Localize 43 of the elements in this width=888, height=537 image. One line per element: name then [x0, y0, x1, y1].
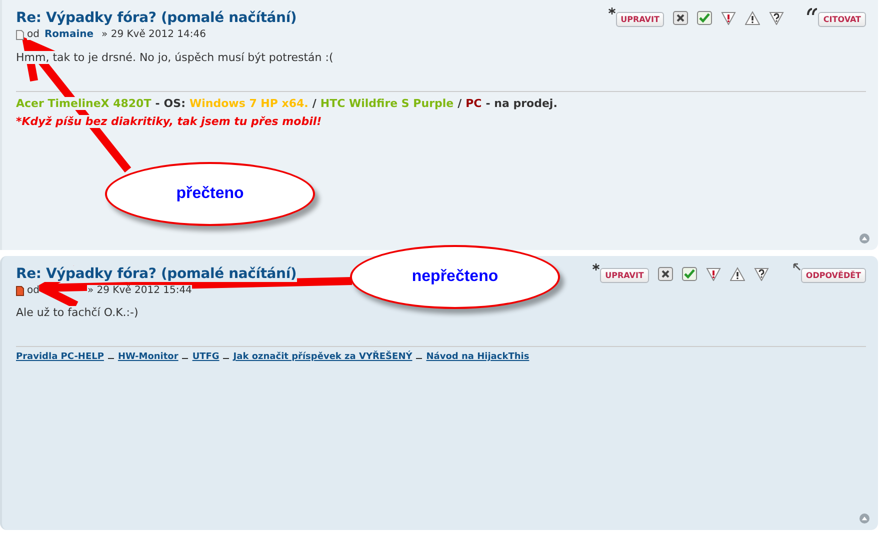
check-icon[interactable] — [682, 267, 697, 281]
post-title[interactable]: Re: Výpadky fóra? (pomalé načítání) — [16, 10, 297, 26]
check-icon[interactable] — [697, 11, 712, 25]
signature-text: - na prodej. — [486, 97, 558, 110]
signature-text: PC — [466, 97, 482, 110]
cross-icon[interactable] — [658, 267, 673, 281]
asterisk-icon — [592, 263, 600, 271]
question-triangle-icon[interactable] — [769, 11, 784, 25]
quote-icon — [807, 7, 818, 16]
signature-text: / — [458, 97, 462, 110]
post-date: » 29 Kvě 2012 14:46 — [102, 29, 206, 40]
signature-text: Windows 7 HP x64. — [189, 97, 308, 110]
cross-icon[interactable] — [673, 11, 688, 25]
post-text: Ale už to fachčí O.K.:-) — [16, 306, 138, 319]
signature-link[interactable]: HW-Monitor — [118, 352, 178, 362]
signature-link[interactable]: Pravidla PC-HELP — [16, 352, 104, 362]
signature-link[interactable]: UTFG — [192, 352, 220, 362]
reply-arrow-icon — [792, 263, 801, 271]
warning-icon[interactable] — [745, 11, 760, 25]
edit-button[interactable]: UPRAVIT — [600, 268, 649, 283]
post-text: Hmm, tak to je drsné. No jo, úspěch musí být potrestán :( — [16, 51, 334, 64]
byline-text: od — [27, 29, 40, 40]
quote-button[interactable]: CITOVAT — [818, 12, 866, 27]
post-date: » 29 Kvě 2012 15:44 — [87, 285, 192, 296]
callout-text: přečteno — [176, 185, 244, 203]
byline-text: od — [27, 285, 40, 296]
reply-button[interactable]: ODPOVĚDĚT — [800, 268, 866, 283]
question-triangle-icon[interactable] — [754, 267, 769, 281]
signature-text: / — [312, 97, 316, 110]
signature-link[interactable]: Jak označit příspěvek za VYŘEŠENÝ — [233, 352, 412, 362]
signature-note: *Když píšu bez diakritiky, tak jsem tu přes mobil! — [16, 115, 322, 128]
exclamation-triangle-icon[interactable] — [721, 11, 736, 25]
signature-text: HTC Wildfire S Purple — [320, 97, 454, 110]
warning-icon[interactable] — [730, 267, 745, 281]
author-link[interactable]: Romaine — [44, 29, 94, 40]
signature-text: Acer TimelineX 4820T — [16, 97, 152, 110]
signature-link[interactable]: Návod na HijackThis — [426, 352, 530, 362]
post-title[interactable]: Re: Výpadky fóra? (pomalé načítání) — [16, 266, 297, 282]
callout-text: nepřečteno — [412, 268, 498, 286]
signature-text: OS: — [164, 97, 186, 110]
edit-button[interactable]: UPRAVIT — [616, 12, 664, 27]
exclamation-triangle-icon[interactable] — [706, 267, 721, 281]
asterisk-icon — [608, 7, 616, 15]
